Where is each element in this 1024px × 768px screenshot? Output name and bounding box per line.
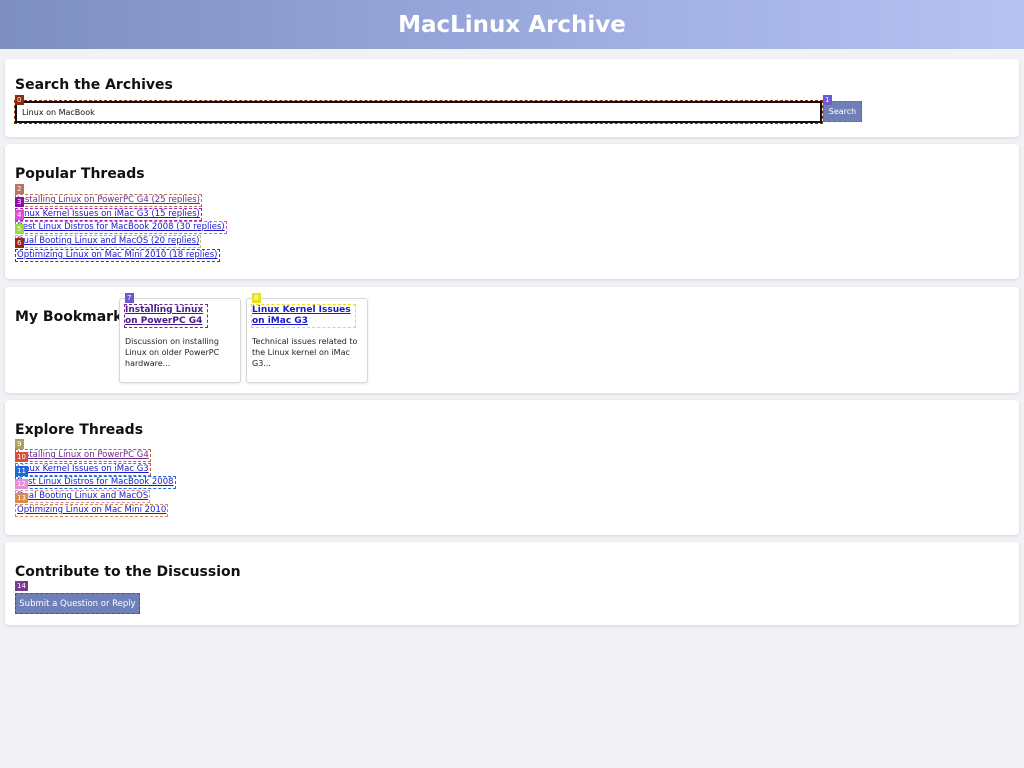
element-label-tag: 7 [125,293,134,303]
popular-threads-heading: Popular Threads [15,166,145,182]
bookmark-description: Technical issues related to the Linux ke… [252,337,358,368]
search-heading: Search the Archives [15,77,173,93]
element-label-tag: 3 [15,197,24,207]
bookmark-title-link[interactable]: Installing Linux on PowerPC G4 [124,304,208,328]
popular-thread-link[interactable]: Best Linux Distros for MacBook 2008 (30 … [15,221,227,234]
explore-thread-link[interactable]: Dual Booting Linux and MacOS [15,490,151,503]
site-header: MacLinux Archive [0,0,1024,49]
bookmark-card: 8 Linux Kernel Issues on iMac G3 Technic… [246,293,368,383]
bookmarks-section: My Bookmarks 7 Installing Linux on Power… [5,287,1019,393]
element-label-tag: 11 [15,466,28,476]
element-label-tag: 13 [15,493,28,503]
popular-threads-section: Popular Threads 2 Installing Linux on Po… [5,144,1019,279]
popular-thread-link[interactable]: Installing Linux on PowerPC G4 (25 repli… [15,194,202,207]
element-label-tag: 10 [15,452,28,462]
explore-thread-link[interactable]: Best Linux Distros for MacBook 2008 [15,476,176,489]
element-label-tag: 5 [15,224,24,234]
explore-threads-heading: Explore Threads [15,422,144,438]
submit-question-button[interactable]: Submit a Question or Reply [15,593,140,614]
popular-thread-link[interactable]: Optimizing Linux on Mac Mini 2010 (18 re… [15,249,220,262]
popular-thread-link[interactable]: Dual Booting Linux and MacOS (20 replies… [15,235,202,248]
contribute-heading: Contribute to the Discussion [15,564,241,580]
element-label-tag: 4 [15,210,24,220]
popular-thread-link[interactable]: Linux Kernel Issues on iMac G3 (15 repli… [15,208,202,221]
element-label-tag: 8 [252,293,261,303]
element-label-tag: 6 [15,238,24,248]
explore-threads-section: Explore Threads 9 Installing Linux on Po… [5,400,1019,535]
element-label-tag: 1 [823,95,832,105]
search-section: Search the Archives 0 1 Search [5,59,1019,137]
search-input[interactable] [14,100,823,124]
element-label-tag: 14 [15,581,28,591]
site-title: MacLinux Archive [398,11,626,38]
element-label-tag: 9 [15,439,24,449]
bookmark-description: Discussion on installing Linux on older … [125,337,220,368]
contribute-section: Contribute to the Discussion 14 Submit a… [5,542,1019,625]
explore-thread-link[interactable]: Installing Linux on PowerPC G4 [15,449,151,462]
bookmark-card: 7 Installing Linux on PowerPC G4 Discuss… [119,293,241,383]
element-label-tag: 2 [15,184,24,194]
explore-thread-link[interactable]: Linux Kernel Issues on iMac G3 [15,463,151,476]
bookmarks-heading: My Bookmarks [15,309,131,325]
explore-thread-link[interactable]: Optimizing Linux on Mac Mini 2010 [15,504,169,517]
element-label-tag: 0 [15,95,24,105]
bookmark-title-link[interactable]: Linux Kernel Issues on iMac G3 [251,304,356,328]
element-label-tag: 12 [15,479,28,489]
